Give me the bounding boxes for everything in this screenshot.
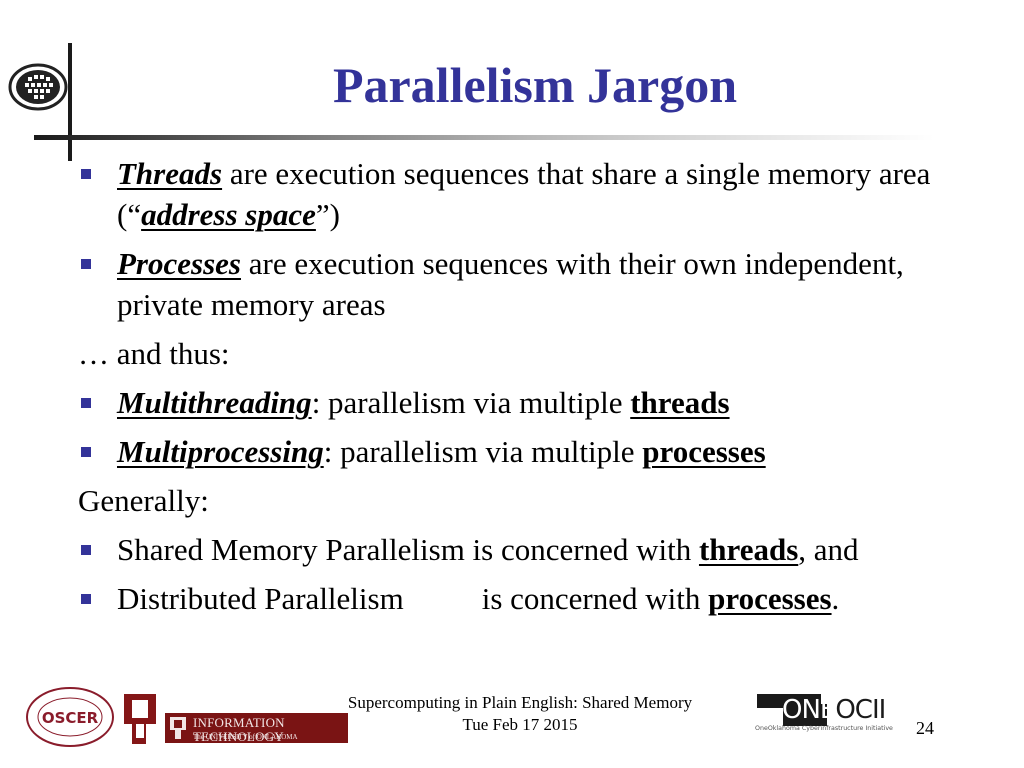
bullet-item: Distributed Parallelism is concerned with…: [78, 578, 978, 619]
bullet-item: Shared Memory Parallelism is concerned w…: [78, 529, 978, 570]
footer-date: Tue Feb 17 2015: [462, 715, 578, 734]
keyword-emphasis: processes: [708, 581, 832, 616]
term-emphasis: Multiprocessing: [117, 434, 324, 469]
oneocii-logo: ONEOCII OneOklahoma Cyberinfrastructure …: [755, 692, 895, 742]
body-text: is concerned with: [481, 581, 709, 616]
keyword-emphasis: threads: [630, 385, 730, 420]
body-text: ”): [315, 197, 340, 232]
bullet-item: Processes are execution sequences with t…: [78, 243, 978, 325]
oneocii-ocii-text: OCII: [835, 695, 886, 725]
ou-mini-icon: [170, 717, 186, 739]
slide-body: Threads are execution sequences that sha…: [78, 153, 978, 619]
it-logo-subtitle: The UNIVERSITY of OKLAHOMA: [193, 733, 298, 741]
body-text: : parallelism via multiple: [311, 385, 631, 420]
bullet-item: Multiprocessing: parallelism via multipl…: [78, 431, 978, 472]
square-bullet-icon: [81, 398, 91, 408]
oscer-logo-text: OSCER: [42, 709, 99, 727]
page-number: 24: [916, 718, 934, 738]
term-emphasis: Processes: [117, 246, 241, 281]
body-text: Shared Memory Parallelism is concerned w…: [117, 532, 699, 567]
body-text: … and thus:: [78, 336, 230, 371]
body-text: , and: [798, 532, 859, 567]
term-emphasis: Threads: [117, 156, 223, 191]
text-line: Generally:: [78, 480, 978, 521]
footer-caption: Supercomputing in Plain English: Shared …: [300, 692, 740, 736]
square-bullet-icon: [81, 447, 91, 457]
square-bullet-icon: [81, 545, 91, 555]
body-text: Distributed Parallelism: [117, 581, 404, 616]
term-emphasis: address space: [141, 197, 316, 232]
keyword-emphasis: threads: [698, 532, 799, 567]
slide-title: Parallelism Jargon: [332, 57, 738, 113]
oscer-logo-icon: OSCER: [26, 687, 114, 747]
square-bullet-icon: [81, 169, 91, 179]
footer-course-title: Supercomputing in Plain English: Shared …: [347, 693, 693, 712]
bullet-item: Multithreading: parallelism via multiple…: [78, 382, 978, 423]
oneocii-one-text: ONE: [782, 695, 836, 725]
oneocii-tagline: OneOklahoma Cyberinfrastructure Initiati…: [755, 725, 893, 732]
bullet-item: Threads are execution sequences that sha…: [78, 153, 978, 235]
text-line: … and thus:: [78, 333, 978, 374]
term-emphasis: Multithreading: [117, 385, 312, 420]
body-text: .: [831, 581, 840, 616]
header-horizontal-rule: [34, 135, 934, 140]
body-text: Generally:: [78, 483, 209, 518]
body-text: : parallelism via multiple: [323, 434, 643, 469]
ou-logo-icon: [124, 694, 156, 744]
keyword-emphasis: processes: [642, 434, 766, 469]
square-bullet-icon: [81, 594, 91, 604]
square-bullet-icon: [81, 259, 91, 269]
